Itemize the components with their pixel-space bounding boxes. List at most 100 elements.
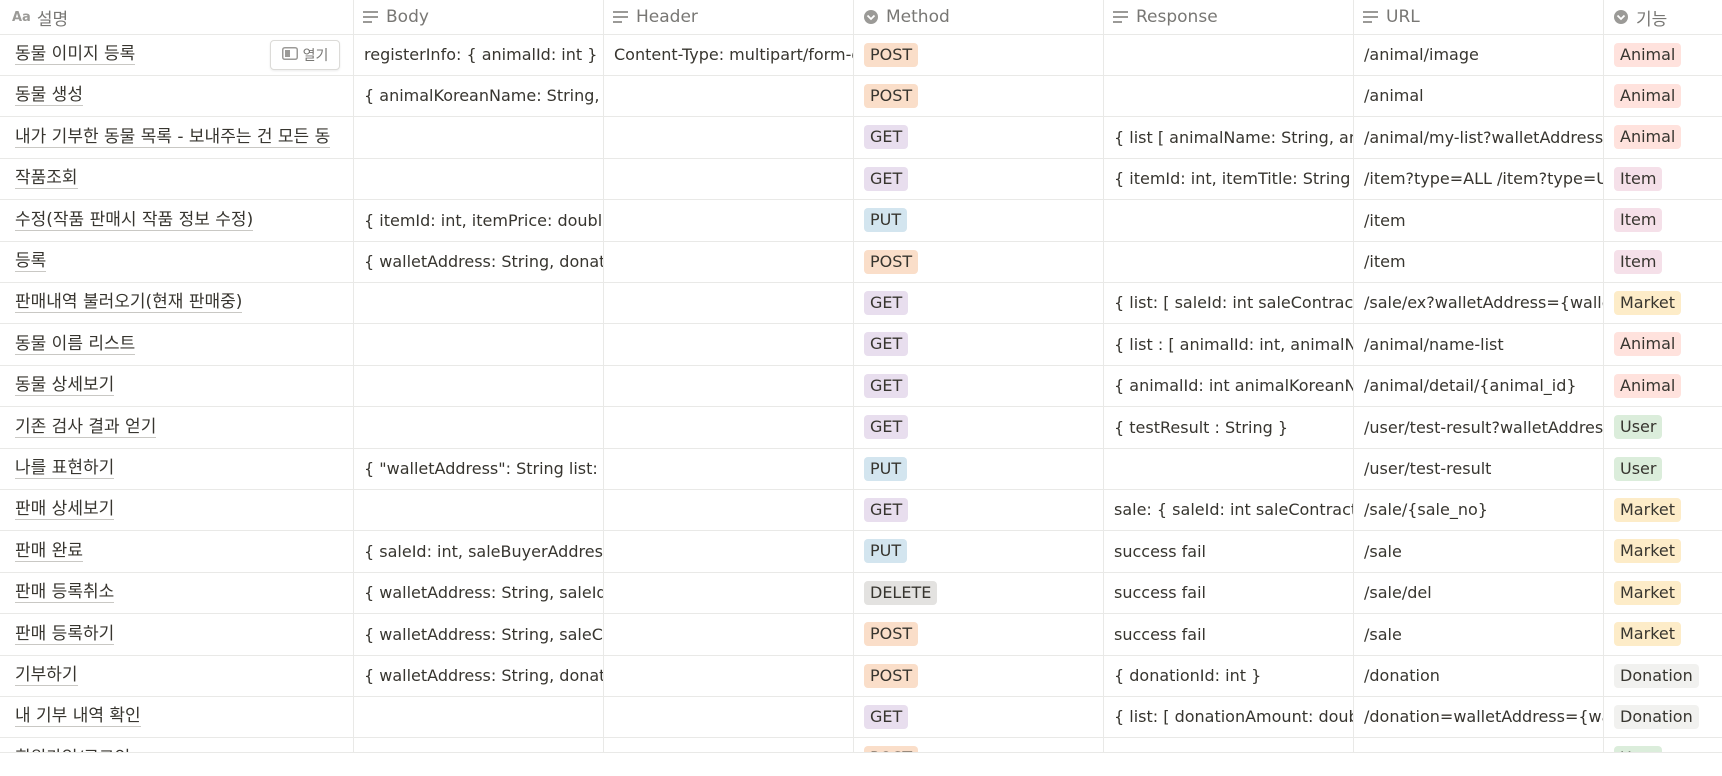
column-header-feature[interactable]: 기능 (1612, 0, 1667, 34)
cell-url[interactable]: /donation (1353, 655, 1603, 696)
cell-url[interactable]: /animal/image (1353, 34, 1603, 75)
column-header-response[interactable]: Response (1112, 0, 1218, 34)
cell-title[interactable]: 나를 표현하기 (0, 448, 353, 489)
cell-body[interactable]: { walletAddress: String, donatio (353, 655, 603, 696)
cell-response[interactable]: { animalId: int animalKoreanNa (1103, 365, 1353, 406)
table-row[interactable]: 동물 상세보기 GET { animalId: int animalKoreanNa… (0, 365, 1722, 408)
cell-response[interactable]: sale: { saleId: int saleContractAd (1103, 489, 1353, 530)
cell-feature[interactable]: User (1603, 407, 1722, 448)
cell-method[interactable]: POST (853, 75, 1103, 116)
cell-title[interactable]: 기부하기 (0, 655, 353, 696)
cell-header[interactable] (603, 365, 853, 406)
cell-header[interactable] (603, 75, 853, 116)
row-title[interactable]: 판매 완료 (15, 541, 83, 562)
cell-response[interactable]: success fail (1103, 572, 1353, 613)
column-header-url[interactable]: URL (1362, 0, 1420, 34)
cell-response[interactable] (1103, 200, 1353, 241)
cell-method[interactable]: GET (853, 158, 1103, 199)
cell-title[interactable]: 동물 이름 리스트 (0, 324, 353, 365)
cell-body[interactable] (353, 407, 603, 448)
cell-title[interactable]: 동물 이미지 등록 열기 (0, 34, 353, 75)
cell-header[interactable] (603, 117, 853, 158)
cell-method[interactable]: GET (853, 407, 1103, 448)
cell-url[interactable]: /sale/{sale_no} (1353, 489, 1603, 530)
cell-url[interactable]: /item (1353, 200, 1603, 241)
cell-header[interactable] (603, 614, 853, 655)
cell-feature[interactable]: Item (1603, 241, 1722, 282)
cell-url[interactable]: /sale (1353, 614, 1603, 655)
cell-header[interactable] (603, 407, 853, 448)
cell-feature[interactable]: Animal (1603, 75, 1722, 116)
cell-method[interactable]: GET (853, 282, 1103, 323)
cell-feature[interactable]: Animal (1603, 324, 1722, 365)
cell-body[interactable] (353, 282, 603, 323)
cell-response[interactable] (1103, 34, 1353, 75)
cell-title[interactable]: 판매 등록취소 (0, 572, 353, 613)
cell-response[interactable]: { list [ animalName: String, anim (1103, 117, 1353, 158)
table-row[interactable]: 등록 { walletAddress: String, donatio POST/i… (0, 241, 1722, 283)
cell-body[interactable] (353, 324, 603, 365)
cell-url[interactable]: /item?type=ALL /item?type=Us (1353, 158, 1603, 199)
cell-method[interactable]: POST (853, 241, 1103, 282)
cell-url[interactable]: /sale/del (1353, 572, 1603, 613)
table-row[interactable]: 기부하기 { walletAddress: String, donatio POST… (0, 655, 1722, 697)
cell-title[interactable]: 판매 등록하기 (0, 614, 353, 655)
cell-header[interactable] (603, 738, 853, 752)
cell-response[interactable]: { list: [ saleId: int saleContractAd (1103, 282, 1353, 323)
row-title[interactable]: 동물 이름 리스트 (15, 334, 136, 355)
table-row[interactable]: 판매 등록하기 { walletAddress: String, saleCon P… (0, 614, 1722, 656)
cell-body[interactable] (353, 158, 603, 199)
row-title[interactable]: 등록 (15, 251, 47, 272)
cell-url[interactable]: /animal/detail/{animal_id} (1353, 365, 1603, 406)
cell-method[interactable]: GET (853, 365, 1103, 406)
cell-response[interactable]: { testResult : String } (1103, 407, 1353, 448)
column-header-header[interactable]: Header (612, 0, 698, 34)
cell-title[interactable]: 동물 생성 (0, 75, 353, 116)
cell-header[interactable] (603, 696, 853, 737)
cell-feature[interactable]: User (1603, 738, 1722, 752)
cell-title[interactable]: 판매 완료 (0, 531, 353, 572)
row-title[interactable]: 기존 검사 결과 얻기 (15, 417, 157, 438)
row-title[interactable]: 판매내역 불러오기(현재 판매중) (15, 292, 243, 314)
table-row[interactable]: 나를 표현하기 { "walletAddress": String list: S… (0, 448, 1722, 490)
cell-feature[interactable]: Market (1603, 282, 1722, 323)
row-title[interactable]: 기부하기 (15, 665, 78, 686)
cell-feature[interactable]: User (1603, 448, 1722, 489)
cell-method[interactable]: PUT (853, 200, 1103, 241)
row-title[interactable]: 내 기부 내역 확인 (15, 706, 141, 728)
cell-method[interactable]: POST (853, 614, 1103, 655)
cell-url[interactable]: /user/test-result?walletAddress (1353, 407, 1603, 448)
cell-feature[interactable]: Animal (1603, 117, 1722, 158)
cell-method[interactable]: POST (853, 738, 1103, 752)
cell-title[interactable]: 동물 상세보기 (0, 365, 353, 406)
cell-feature[interactable]: Donation (1603, 655, 1722, 696)
cell-url[interactable]: /sale (1353, 531, 1603, 572)
cell-url[interactable]: /donation=walletAddress={wal (1353, 696, 1603, 737)
cell-title[interactable]: 기존 검사 결과 얻기 (0, 407, 353, 448)
cell-body[interactable]: { itemId: int, itemPrice: double, (353, 200, 603, 241)
cell-feature[interactable]: Item (1603, 158, 1722, 199)
cell-body[interactable]: { walletAddress: String, saleCon (353, 614, 603, 655)
row-title[interactable]: 판매 등록취소 (15, 582, 115, 604)
cell-title[interactable]: 판매 상세보기 (0, 489, 353, 530)
cell-response[interactable] (1103, 75, 1353, 116)
cell-body[interactable]: registerInfo: { animalId: int } (ap (353, 34, 603, 75)
cell-title[interactable]: 판매내역 불러오기(현재 판매중) (0, 282, 353, 323)
row-title[interactable]: 판매 상세보기 (15, 499, 115, 521)
cell-header[interactable]: Content-Type: multipart/form-d (603, 34, 853, 75)
cell-title[interactable]: 회원가입/로그인 (0, 738, 353, 752)
table-row[interactable]: 동물 생성 { animalKoreanName: String, an POST /… (0, 75, 1722, 118)
row-title[interactable]: 동물 생성 (15, 85, 83, 107)
cell-body[interactable] (353, 117, 603, 158)
cell-title[interactable]: 수정(작품 판매시 작품 정보 수정) (0, 200, 353, 241)
row-title[interactable]: 수정(작품 판매시 작품 정보 수정) (15, 210, 254, 231)
cell-method[interactable]: PUT (853, 448, 1103, 489)
cell-method[interactable]: GET (853, 117, 1103, 158)
table-row[interactable]: 판매 등록취소 { walletAddress: String, saleId: … (0, 572, 1722, 615)
cell-header[interactable] (603, 448, 853, 489)
column-header-body[interactable]: Body (362, 0, 429, 34)
cell-response[interactable]: { donationId: int } (1103, 655, 1353, 696)
cell-body[interactable]: { saleId: int, saleBuyerAddress: S (353, 531, 603, 572)
cell-header[interactable] (603, 489, 853, 530)
table-row[interactable]: 기존 검사 결과 얻기 GET { testResult : String } /us… (0, 407, 1722, 449)
